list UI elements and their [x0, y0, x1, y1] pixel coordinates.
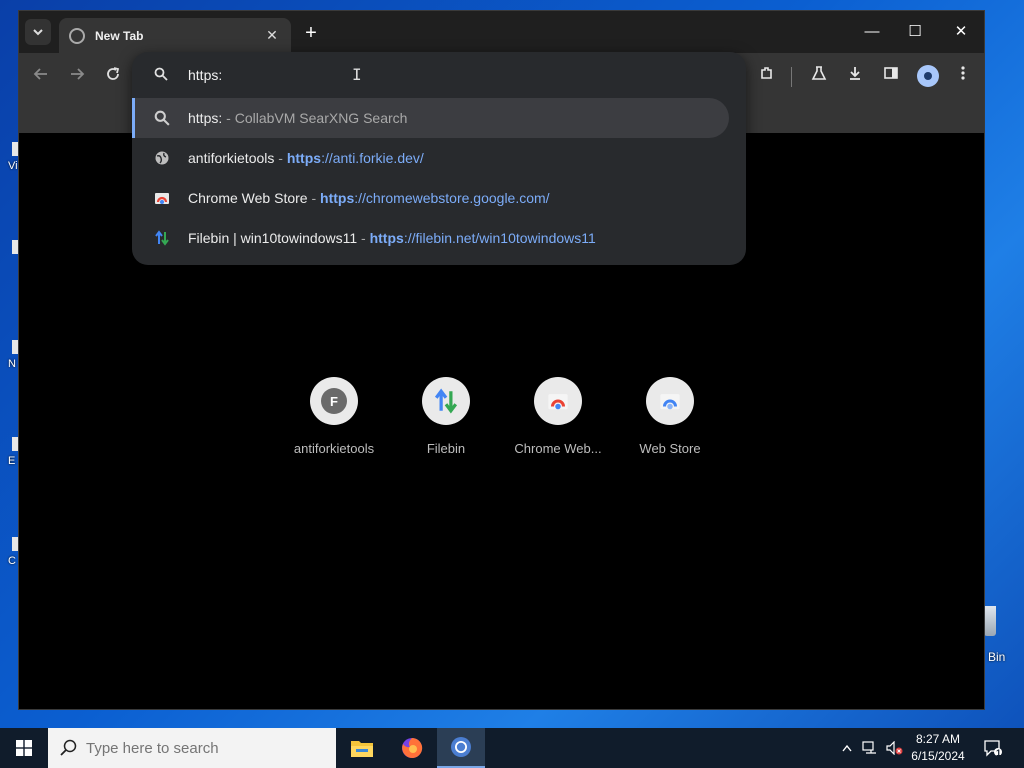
shortcut-filebin[interactable]: Filebin [390, 377, 502, 456]
desktop-icon-label: E [8, 455, 16, 467]
webstore-icon [548, 394, 568, 410]
search-icon [60, 739, 77, 756]
puzzle-icon [761, 67, 772, 79]
webstore-icon [155, 193, 169, 204]
forward-button[interactable] [63, 63, 91, 91]
reload-button[interactable] [99, 63, 127, 91]
taskbar-clock[interactable]: 8:27 AM 6/15/2024 [902, 731, 974, 765]
shortcut-label: Web Store [639, 441, 701, 456]
suggestion-text: Filebin | win10towindows11 - https://fil… [188, 230, 596, 246]
filebin-icon [434, 388, 458, 414]
desktop-icon[interactable]: E [0, 437, 18, 467]
chevron-down-icon [33, 29, 43, 36]
taskbar-chrome[interactable] [437, 728, 485, 768]
person-icon [924, 72, 932, 80]
shortcut-tile [646, 377, 694, 425]
desktop-icon[interactable] [0, 240, 18, 254]
show-hidden-icons-button[interactable] [838, 728, 856, 768]
text-cursor-icon: I [352, 65, 362, 84]
tab-search-button[interactable] [25, 19, 51, 45]
downloads-button[interactable] [841, 63, 869, 91]
globe-icon [69, 27, 85, 44]
extensions-button[interactable] [753, 63, 781, 91]
reload-icon [107, 67, 120, 80]
arrow-left-icon [33, 68, 47, 80]
suggestion-item[interactable]: https: - CollabVM SearXNG Search [132, 98, 729, 138]
folder-icon [351, 741, 373, 757]
notification-count: 1 [996, 748, 1002, 758]
filebin-icon [155, 230, 169, 246]
shortcut-label: Filebin [426, 441, 466, 456]
shortcut-tile [534, 377, 582, 425]
new-tab-button[interactable]: + [299, 22, 323, 46]
suggestion-item[interactable]: Filebin | win10towindows11 - https://fil… [132, 218, 729, 258]
firefox-icon [402, 737, 423, 758]
desktop-icon[interactable]: N [0, 340, 18, 370]
flask-icon [811, 66, 827, 80]
side-panel-icon [884, 67, 898, 79]
tab-title: New Tab [95, 28, 144, 43]
start-button[interactable] [0, 728, 48, 768]
taskbar-firefox[interactable] [388, 728, 436, 768]
clock-time: 8:27 AM [915, 732, 961, 746]
globe-icon [155, 151, 169, 165]
taskbar: 8:27 AM 6/15/2024 1 [0, 728, 1024, 768]
suggestion-text: Chrome Web Store - https://chromewebstor… [188, 190, 550, 206]
suggestion-item[interactable]: antiforkietools - https://anti.forkie.de… [132, 138, 729, 178]
tab-strip: New Tab ✕ + — ☐ ✕ [19, 11, 984, 53]
toolbar-separator [791, 67, 792, 87]
shortcut-antiforkietools[interactable]: F antiforkietools [278, 377, 390, 456]
desktop-icon[interactable]: C [0, 537, 18, 567]
recycle-bin-label: Bin [988, 650, 1006, 664]
chevron-up-icon [842, 744, 852, 752]
browser-window: New Tab ✕ + — ☐ ✕ https: I https: - Coll… [18, 10, 985, 710]
letter-avatar-icon: F [321, 388, 347, 414]
shortcut-chrome-web-store[interactable]: Chrome Web... [502, 377, 614, 456]
side-panel-button[interactable] [877, 63, 905, 91]
shortcut-label: antiforkietools [293, 441, 375, 456]
taskbar-search-input[interactable] [86, 739, 316, 757]
profile-avatar[interactable] [917, 65, 939, 87]
more-vertical-icon [961, 66, 965, 80]
clock-date: 6/15/2024 [911, 749, 965, 763]
suggestion-item[interactable]: Chrome Web Store - https://chromewebstor… [132, 178, 729, 218]
search-icon [154, 110, 170, 126]
tab-new-tab[interactable]: New Tab ✕ [59, 18, 291, 53]
desktop-icon-label: Vi [8, 160, 18, 172]
desktop-icon-label: C [8, 555, 16, 567]
shortcut-label: Chrome Web... [514, 441, 602, 456]
chrome-icon [451, 737, 471, 757]
recycle-bin-image [984, 606, 996, 636]
omnibox-input-row: I [132, 52, 746, 98]
taskbar-file-explorer[interactable] [338, 728, 386, 768]
shortcut-tile: F [310, 377, 358, 425]
suggestion-text: https: - CollabVM SearXNG Search [188, 110, 408, 126]
download-icon [850, 67, 860, 80]
menu-button[interactable] [949, 63, 977, 91]
desktop-icon[interactable]: Vi [0, 142, 18, 172]
windows-logo-icon [16, 740, 32, 756]
suggestion-text: antiforkietools - https://anti.forkie.de… [188, 150, 424, 166]
omnibox-dropdown: I https: - CollabVM SearXNG Search antif… [132, 52, 746, 265]
desktop-icon-label: N [8, 358, 16, 370]
taskbar-search[interactable] [48, 728, 336, 768]
recycle-bin-icon[interactable]: Bin [984, 606, 1024, 664]
network-tray-button[interactable] [860, 728, 882, 768]
back-button[interactable] [27, 63, 55, 91]
close-window-button[interactable]: ✕ [938, 19, 984, 45]
shortcut-tile [422, 377, 470, 425]
close-tab-icon[interactable]: ✕ [263, 27, 281, 44]
network-icon [862, 741, 876, 754]
arrow-right-icon [71, 68, 85, 80]
search-icon [154, 67, 168, 81]
maximize-button[interactable]: ☐ [892, 19, 938, 45]
notifications-button[interactable]: 1 [978, 728, 1008, 768]
address-bar-input[interactable] [188, 64, 708, 86]
labs-button[interactable] [805, 63, 833, 91]
webstore-icon [660, 394, 680, 410]
shortcut-web-store[interactable]: Web Store [614, 377, 726, 456]
minimize-button[interactable]: — [849, 19, 895, 45]
